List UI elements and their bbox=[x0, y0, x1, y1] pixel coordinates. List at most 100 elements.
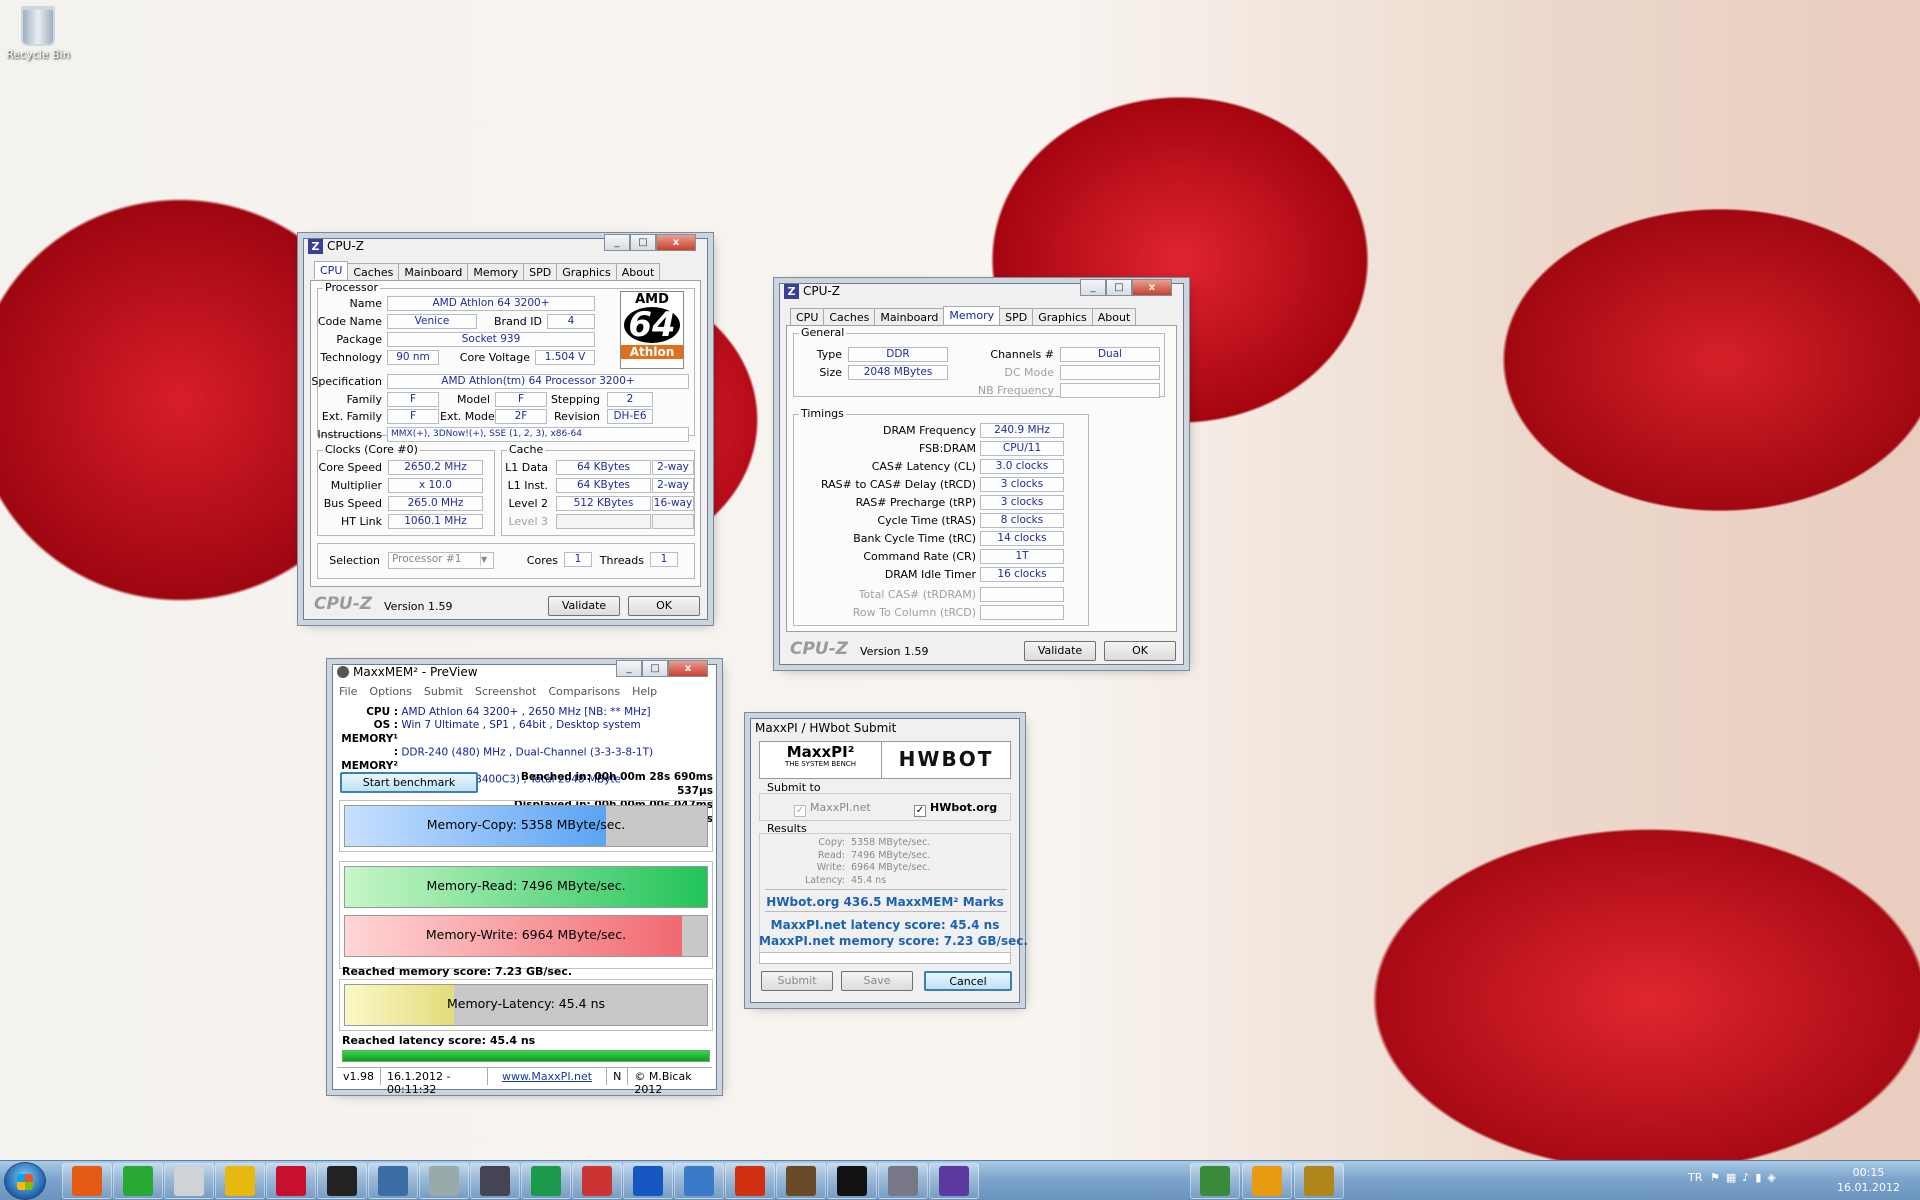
tab-mainboard[interactable]: Mainboard bbox=[398, 263, 469, 281]
cpuz-cpu-window: Z CPU-Z _ □ x CPU Caches Mainboard Memory SPD Gr… bbox=[303, 234, 708, 620]
tab-caches[interactable]: Caches bbox=[823, 308, 876, 326]
general-group: General Type DDR Size 2048 MBytes Channe… bbox=[793, 326, 1165, 398]
tab-mainboard[interactable]: Mainboard bbox=[874, 308, 945, 326]
bar-label: Memory-Copy: 5358 MByte/sec. bbox=[426, 817, 626, 832]
menu-help[interactable]: Help bbox=[632, 685, 657, 698]
group-label: Timings bbox=[799, 407, 846, 420]
timing-value: 16 clocks bbox=[980, 567, 1064, 582]
taskbar-button[interactable] bbox=[521, 1163, 571, 1199]
taskbar-button[interactable] bbox=[572, 1163, 622, 1199]
taskbar-button[interactable] bbox=[113, 1163, 163, 1199]
taskbar-button[interactable] bbox=[929, 1163, 979, 1199]
field-label: Size bbox=[819, 366, 842, 379]
validate-button[interactable]: Validate bbox=[548, 596, 620, 616]
bar-label: Memory-Read: 7496 MByte/sec. bbox=[426, 878, 626, 893]
battery-icon[interactable]: ▮ bbox=[1755, 1171, 1761, 1184]
taskbar-button[interactable] bbox=[470, 1163, 520, 1199]
taskbar-button[interactable] bbox=[215, 1163, 265, 1199]
scheduler-icon bbox=[123, 1166, 153, 1196]
progress-bar bbox=[342, 1050, 710, 1062]
field-label: Total CAS# (tRDRAM) bbox=[858, 588, 976, 601]
tab-memory[interactable]: Memory bbox=[467, 263, 525, 281]
maximize-button[interactable]: □ bbox=[1106, 279, 1132, 296]
cores-value: 1 bbox=[564, 552, 592, 567]
menu-submit[interactable]: Submit bbox=[424, 685, 463, 698]
taskbar-pinned-button[interactable] bbox=[1294, 1163, 1344, 1199]
memory-copy-bar: Memory-Copy: 5358 MByte/sec. bbox=[344, 805, 708, 847]
taskbar-button[interactable] bbox=[62, 1163, 112, 1199]
taskbar-button[interactable] bbox=[419, 1163, 469, 1199]
minimize-button[interactable]: _ bbox=[604, 234, 630, 251]
menu-screenshot[interactable]: Screenshot bbox=[475, 685, 537, 698]
minimize-button[interactable]: _ bbox=[1080, 279, 1106, 296]
maxxpi-checkbox[interactable]: ✓ MaxxPI.net bbox=[794, 801, 871, 817]
network-icon[interactable]: ▦ bbox=[1726, 1171, 1736, 1184]
tab-graphics[interactable]: Graphics bbox=[1032, 308, 1093, 326]
minimize-button[interactable]: _ bbox=[616, 660, 642, 677]
website-link[interactable]: www.MaxxPI.net bbox=[488, 1068, 608, 1085]
language-indicator[interactable]: TR bbox=[1688, 1171, 1702, 1184]
tab-about[interactable]: About bbox=[615, 263, 661, 281]
timing-label: RAS# to CAS# Delay (tRCD) bbox=[820, 478, 976, 491]
maxxmem-app-icon bbox=[337, 666, 349, 678]
field-label: Revision bbox=[554, 410, 600, 423]
validate-button[interactable]: Validate bbox=[1024, 641, 1096, 661]
tab-about[interactable]: About bbox=[1091, 308, 1137, 326]
tab-graphics[interactable]: Graphics bbox=[556, 263, 617, 281]
ok-button[interactable]: OK bbox=[1104, 641, 1176, 661]
field-label: HT Link bbox=[340, 515, 382, 528]
tab-spd[interactable]: SPD bbox=[523, 263, 558, 281]
taskbar-button[interactable] bbox=[725, 1163, 775, 1199]
total-cas-value bbox=[980, 587, 1064, 602]
processor-select[interactable]: Processor #1 ▼ bbox=[388, 552, 494, 569]
maximize-button[interactable]: □ bbox=[642, 660, 668, 677]
tab-memory[interactable]: Memory bbox=[943, 306, 1001, 324]
field-label: Family bbox=[346, 393, 382, 406]
field-label: Model bbox=[456, 393, 490, 406]
volume-icon[interactable]: ♪ bbox=[1742, 1171, 1749, 1184]
window-controls: _ □ x bbox=[1080, 279, 1172, 296]
close-button[interactable]: x bbox=[656, 234, 696, 251]
clock[interactable]: 00:15 16.01.2012 bbox=[1837, 1165, 1900, 1195]
security-icon[interactable]: ◈ bbox=[1767, 1171, 1775, 1184]
start-benchmark-button[interactable]: Start benchmark bbox=[340, 772, 478, 793]
logo-text: THE SYSTEM BENCH bbox=[785, 760, 856, 768]
close-button[interactable]: x bbox=[668, 660, 708, 677]
taskbar-button[interactable] bbox=[164, 1163, 214, 1199]
tab-spd[interactable]: SPD bbox=[999, 308, 1034, 326]
status-flag: N bbox=[607, 1068, 629, 1085]
ok-button[interactable]: OK bbox=[628, 596, 700, 616]
menu-file[interactable]: File bbox=[339, 685, 357, 698]
taskbar-button[interactable] bbox=[266, 1163, 316, 1199]
taskbar-button[interactable] bbox=[623, 1163, 673, 1199]
taskbar-button[interactable] bbox=[878, 1163, 928, 1199]
cpu-info: AMD Athlon 64 3200+ , 2650 MHz [NB: ** M… bbox=[401, 706, 651, 718]
taskbar-button[interactable] bbox=[368, 1163, 418, 1199]
logo-text: 64 bbox=[624, 307, 680, 343]
hwbot-checkbox[interactable]: ✓ HWbot.org bbox=[914, 801, 997, 817]
maximize-button[interactable]: □ bbox=[630, 234, 656, 251]
timing-label: Cycle Time (tRAS) bbox=[877, 514, 976, 527]
taskbar-button[interactable] bbox=[827, 1163, 877, 1199]
recycle-bin-shortcut[interactable]: Recycle Bin bbox=[6, 6, 70, 61]
tab-cpu[interactable]: CPU bbox=[790, 308, 825, 326]
taskbar-button[interactable] bbox=[317, 1163, 367, 1199]
close-button[interactable]: x bbox=[1132, 279, 1172, 296]
field-label: Bus Speed bbox=[323, 497, 382, 510]
menu-comparisons[interactable]: Comparisons bbox=[548, 685, 620, 698]
tab-cpu[interactable]: CPU bbox=[314, 261, 349, 279]
app-icon bbox=[480, 1166, 510, 1196]
taskbar-button[interactable] bbox=[776, 1163, 826, 1199]
save-button[interactable]: Save bbox=[841, 971, 913, 991]
tab-caches[interactable]: Caches bbox=[347, 263, 400, 281]
taskbar-pinned-button[interactable] bbox=[1242, 1163, 1292, 1199]
taskbar: TR ⚑ ▦ ♪ ▮ ◈ 00:15 16.01.2012 bbox=[0, 1160, 1920, 1200]
cancel-button[interactable]: Cancel bbox=[924, 971, 1012, 991]
title-bar[interactable]: MaxxPI / HWbot Submit bbox=[751, 717, 1019, 739]
taskbar-pinned-button[interactable] bbox=[1190, 1163, 1240, 1199]
flag-icon[interactable]: ⚑ bbox=[1710, 1171, 1720, 1184]
start-button[interactable] bbox=[4, 1162, 46, 1200]
submit-button[interactable]: Submit bbox=[761, 971, 833, 991]
taskbar-button[interactable] bbox=[674, 1163, 724, 1199]
menu-options[interactable]: Options bbox=[369, 685, 411, 698]
